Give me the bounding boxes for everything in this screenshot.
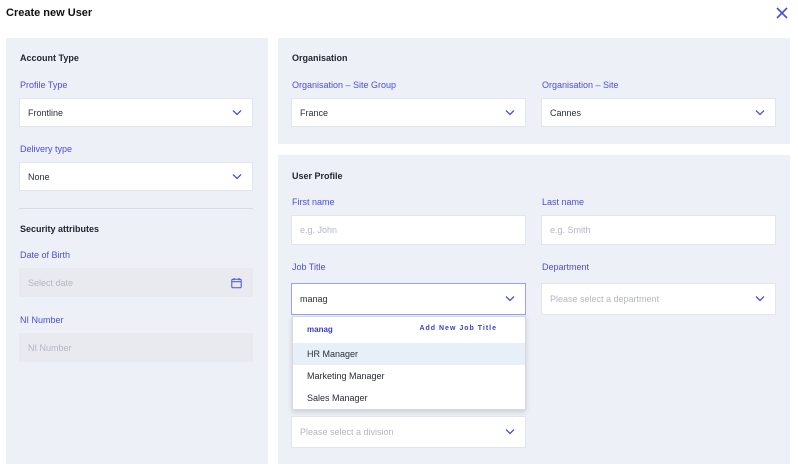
division-select[interactable]: Please select a division xyxy=(291,416,526,448)
site-group-select[interactable]: France xyxy=(291,98,526,127)
site-select[interactable]: Cannes xyxy=(541,98,776,127)
account-panel: Account Type Profile Type Frontline Deli… xyxy=(6,38,268,464)
account-type-heading: Account Type xyxy=(20,53,79,63)
job-title-label: Job Title xyxy=(292,262,326,272)
profile-type-label: Profile Type xyxy=(20,80,68,90)
dropdown-header: manag Add New Job Title xyxy=(293,317,525,341)
close-icon[interactable] xyxy=(775,6,789,20)
dropdown-option-label: Sales Manager xyxy=(307,393,368,403)
department-label: Department xyxy=(542,262,590,272)
dialog-title: Create new User xyxy=(6,7,93,19)
dropdown-option-label: Marketing Manager xyxy=(307,371,385,381)
dropdown-option[interactable]: Marketing Manager xyxy=(293,365,525,387)
last-name-label: Last name xyxy=(542,197,585,207)
calendar-icon[interactable] xyxy=(231,277,242,288)
ni-number-placeholder: NI Number xyxy=(28,342,72,353)
job-title-value: manag xyxy=(300,294,328,304)
chevron-down-icon xyxy=(505,429,515,435)
site-group-label: Organisation – Site Group xyxy=(292,80,397,90)
section-divider xyxy=(19,208,253,209)
dropdown-option[interactable]: HR Manager xyxy=(293,343,525,365)
organisation-heading: Organisation xyxy=(292,53,348,63)
department-select[interactable]: Please select a department xyxy=(541,283,776,315)
user-profile-heading: User Profile xyxy=(292,171,343,181)
ni-number-field[interactable]: NI Number xyxy=(19,333,253,362)
chevron-down-icon xyxy=(755,109,765,115)
job-title-input[interactable]: manag xyxy=(291,283,526,315)
job-title-dropdown: manag Add New Job Title HR Manager Marke… xyxy=(292,316,526,410)
chevron-down-icon xyxy=(505,109,515,115)
user-profile-panel: User Profile First name e.g. John Last n… xyxy=(278,155,790,464)
add-new-job-title-button[interactable]: Add New Job Title xyxy=(419,325,497,332)
chevron-down-icon xyxy=(232,173,242,179)
chevron-down-icon xyxy=(755,296,765,302)
first-name-placeholder: e.g. John xyxy=(300,225,338,235)
dropdown-query: manag xyxy=(307,325,333,334)
last-name-placeholder: e.g. Smith xyxy=(550,225,591,235)
chevron-down-icon xyxy=(505,296,515,302)
site-value: Cannes xyxy=(550,107,582,118)
dob-label: Date of Birth xyxy=(20,250,71,260)
site-label: Organisation – Site xyxy=(542,80,619,90)
organisation-panel: Organisation Organisation – Site Group F… xyxy=(278,38,790,144)
ni-number-label: NI Number xyxy=(20,315,64,325)
delivery-type-label: Delivery type xyxy=(20,144,73,154)
dob-placeholder: Select date xyxy=(28,277,74,288)
first-name-label: First name xyxy=(292,197,335,207)
dropdown-option-label: HR Manager xyxy=(307,349,359,359)
site-group-value: France xyxy=(300,107,329,118)
division-placeholder: Please select a division xyxy=(300,427,394,437)
delivery-type-select[interactable]: None xyxy=(19,162,253,191)
profile-type-select[interactable]: Frontline xyxy=(19,98,253,127)
department-placeholder: Please select a department xyxy=(550,294,660,304)
delivery-type-value: None xyxy=(28,171,50,182)
first-name-input[interactable]: e.g. John xyxy=(291,215,526,245)
dropdown-option[interactable]: Sales Manager xyxy=(293,387,525,409)
security-attributes-heading: Security attributes xyxy=(20,224,100,234)
chevron-down-icon xyxy=(232,109,242,115)
last-name-input[interactable]: e.g. Smith xyxy=(541,215,776,245)
profile-type-value: Frontline xyxy=(28,107,64,118)
dob-field[interactable]: Select date xyxy=(19,268,253,297)
